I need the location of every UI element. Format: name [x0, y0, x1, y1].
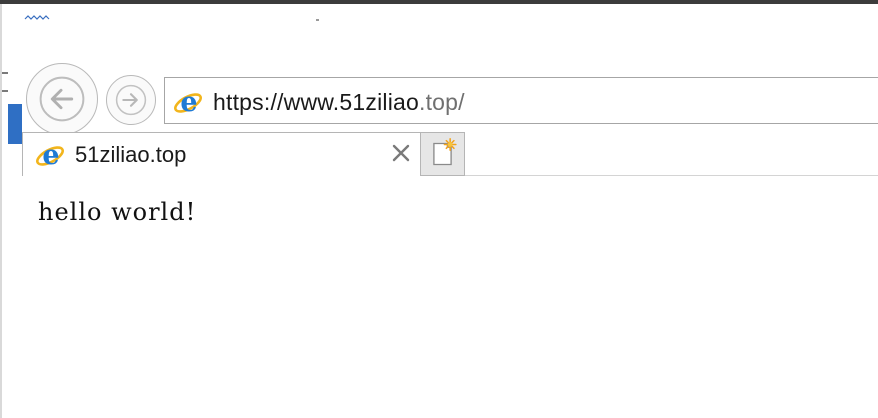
address-bar[interactable]: e https://www.51ziliao.top/ [164, 77, 878, 124]
svg-text:e: e [180, 87, 197, 118]
left-edge-marker [2, 72, 8, 74]
url-protocol: https:// [213, 89, 284, 115]
back-arrow-icon [39, 76, 85, 122]
window-top-border [0, 0, 878, 4]
left-edge-marker [2, 90, 8, 92]
left-blue-tab [8, 104, 22, 144]
dot-mark [316, 19, 319, 21]
scribble-mark [24, 15, 50, 20]
page-body-text: hello world! [38, 198, 197, 226]
svg-text:e: e [42, 140, 59, 171]
back-button[interactable] [26, 63, 98, 135]
new-tab-button[interactable] [421, 132, 465, 176]
url-host: www.51ziliao [283, 89, 419, 115]
url-tail: .top/ [419, 89, 465, 115]
new-tab-icon [433, 137, 457, 166]
tab-title: 51ziliao.top [75, 142, 187, 167]
forward-button[interactable] [106, 75, 156, 125]
page-content: hello world! [2, 176, 878, 418]
ie-logo-icon: e [173, 86, 205, 118]
tab-51ziliao[interactable]: e 51ziliao.top [22, 132, 421, 176]
forward-arrow-icon [115, 84, 147, 116]
ie-logo-icon: e [35, 139, 67, 171]
url-text[interactable]: https://www.51ziliao.top/ [213, 89, 465, 116]
close-icon[interactable] [389, 141, 413, 165]
